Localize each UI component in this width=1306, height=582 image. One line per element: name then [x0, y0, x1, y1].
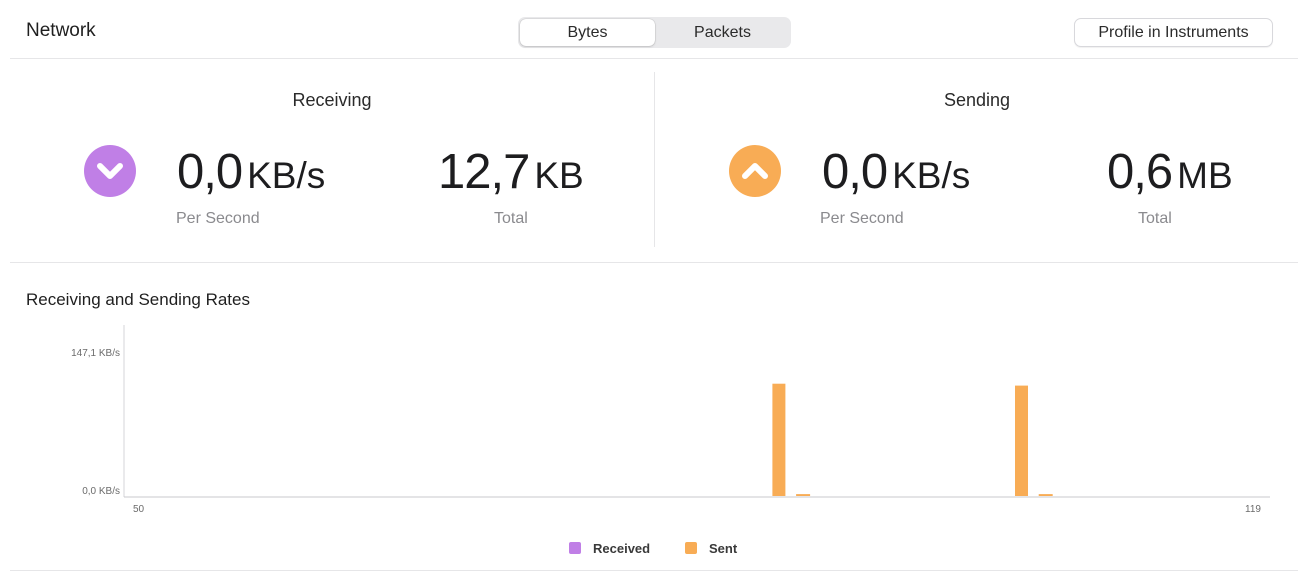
sending-total-unit: MB — [1177, 155, 1233, 196]
receiving-total-unit: KB — [534, 155, 584, 196]
sending-rate-unit: KB/s — [892, 155, 971, 196]
sending-total-value: 0,6 — [1107, 145, 1173, 199]
profile-in-instruments-button[interactable]: Profile in Instruments — [1074, 18, 1273, 47]
panel-divider — [654, 72, 655, 247]
page-title: Network — [26, 20, 96, 41]
legend-sent-swatch — [685, 542, 697, 554]
bar-sent-0 — [772, 383, 786, 496]
bar-sent-2 — [1015, 385, 1028, 496]
receiving-rate: 0,0 KB/s — [177, 144, 325, 200]
bar-sent-3 — [1038, 494, 1053, 496]
receiving-total-caption: Total — [494, 210, 528, 227]
bars-group — [772, 383, 1053, 496]
chevron-down-circle-icon — [84, 145, 136, 197]
bottom-divider — [10, 570, 1298, 571]
chart-title: Receiving and Sending Rates — [26, 290, 250, 309]
y-tick-max: 147,1 KB/s — [71, 348, 120, 359]
receiving-rate-unit: KB/s — [247, 155, 326, 196]
receiving-rate-value: 0,0 — [177, 145, 243, 199]
legend-received-swatch — [569, 542, 581, 554]
stats-divider — [10, 262, 1298, 263]
receiving-title: Receiving — [292, 90, 372, 110]
bar-sent-1 — [796, 494, 811, 496]
y-tick-min: 0,0 KB/s — [82, 486, 120, 497]
legend-sent-label: Sent — [709, 541, 738, 556]
sending-total-caption: Total — [1138, 210, 1172, 227]
sending-total: 0,6 MB — [1107, 144, 1233, 200]
legend-received-label: Received — [593, 541, 651, 556]
sending-rate: 0,0 KB/s — [822, 144, 970, 200]
chevron-up-circle-icon — [729, 145, 781, 197]
receiving-total-value: 12,7 — [438, 145, 530, 199]
unit-segmented-control: Bytes Packets — [518, 17, 791, 48]
sending-rate-value: 0,0 — [822, 145, 888, 199]
segment-bytes[interactable]: Bytes — [520, 19, 655, 46]
sending-title: Sending — [943, 90, 1011, 110]
x-tick-end: 119 — [1245, 504, 1261, 515]
x-tick-start: 50 — [133, 504, 145, 515]
receiving-total: 12,7 KB — [438, 144, 584, 200]
sending-rate-caption: Per Second — [820, 210, 904, 227]
segment-packets[interactable]: Packets — [656, 19, 789, 46]
header-divider — [10, 58, 1298, 59]
receiving-rate-caption: Per Second — [176, 210, 260, 227]
